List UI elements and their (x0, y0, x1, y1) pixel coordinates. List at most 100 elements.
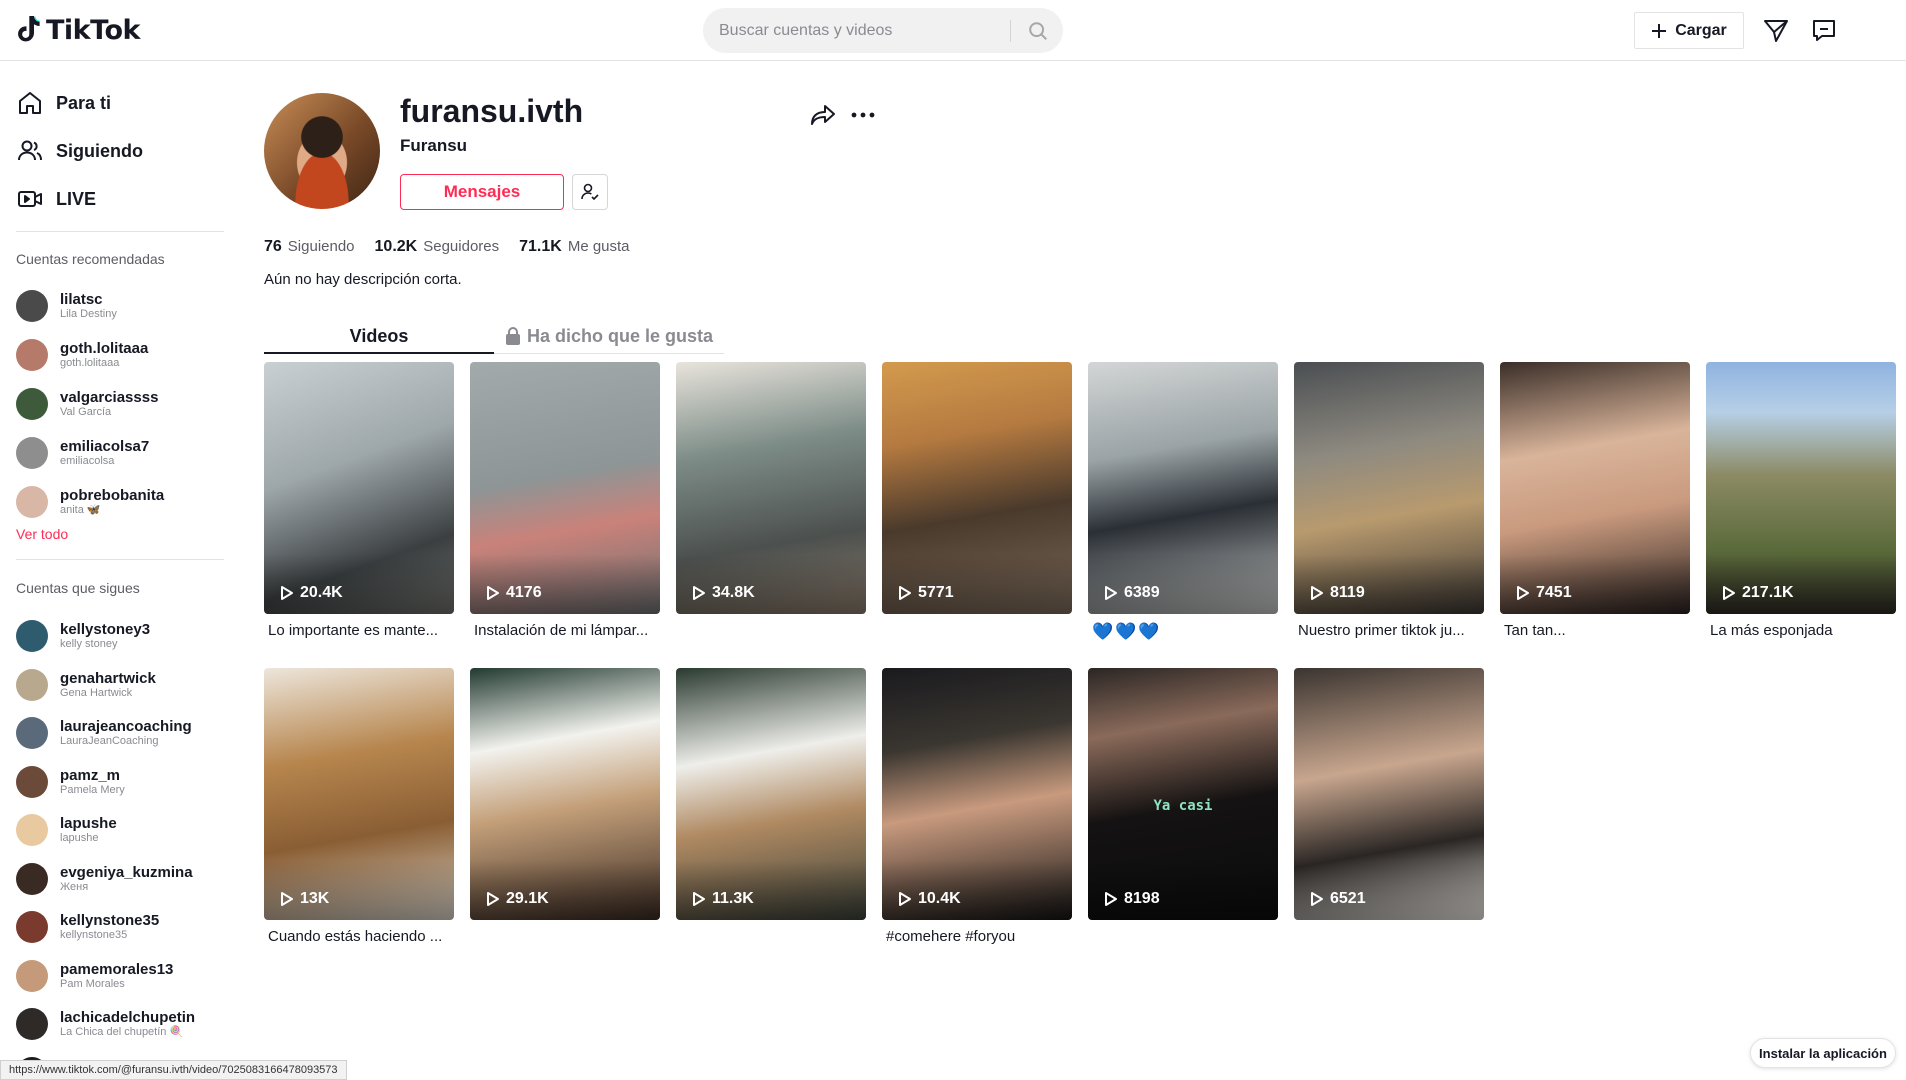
account-nickname: goth.lolitaaa (60, 357, 120, 370)
video-card[interactable]: 11.3K (676, 668, 866, 928)
video-thumbnail[interactable]: 8119 (1294, 362, 1484, 614)
tab-videos[interactable]: Videos (264, 318, 494, 354)
tab-videos-label: Videos (349, 325, 409, 346)
tiktok-logo[interactable]: TikTok (16, 14, 140, 46)
video-card[interactable]: 34.8K (676, 362, 866, 622)
account-item[interactable]: pobrebobanita anita 🦋 (16, 482, 164, 522)
view-count-value: 20.4K (300, 584, 343, 601)
video-thumbnail[interactable]: 217.1K (1706, 362, 1896, 614)
account-username: valgarciassss (60, 389, 159, 407)
nav-for-you[interactable]: Para ti (16, 89, 111, 117)
video-thumbnail[interactable]: 4176 (470, 362, 660, 614)
account-text: lilatsc Lila Destiny (60, 291, 117, 321)
install-app-button[interactable]: Instalar la aplicación (1750, 1038, 1896, 1068)
view-count: 11.3K (692, 890, 754, 908)
account-text: valgarciassss Val García (60, 389, 158, 419)
avatar (16, 717, 48, 749)
video-thumbnail[interactable]: 34.8K (676, 362, 866, 614)
account-item[interactable]: kellynstone35 kellynstone35 (16, 907, 159, 947)
unfollow-button[interactable] (572, 174, 608, 210)
nav-live-label: LIVE (56, 188, 97, 209)
nav-following[interactable]: Siguiendo (16, 137, 143, 165)
search-divider (1010, 20, 1011, 42)
video-thumbnail[interactable]: 6389 (1088, 362, 1278, 614)
account-item[interactable]: lilatsc Lila Destiny (16, 286, 117, 326)
account-item[interactable]: pamemorales13 Pam Morales (16, 956, 173, 996)
account-username: laurajeancoaching (60, 718, 192, 736)
account-username: lapushe (60, 815, 117, 833)
video-thumbnail[interactable]: Ya casi 8198 (1088, 668, 1278, 920)
video-card[interactable]: 4176 Instalación de mi lámpar... (470, 362, 660, 639)
share-icon (811, 105, 835, 125)
following-stat[interactable]: 76 Siguiendo (264, 238, 355, 256)
view-count: 5771 (898, 584, 954, 602)
video-thumbnail[interactable]: 29.1K (470, 668, 660, 920)
video-caption: Instalación de mi lámpar... (474, 622, 649, 639)
video-card[interactable]: 5771 (882, 362, 1072, 622)
avatar (16, 290, 48, 322)
video-card[interactable]: 20.4K Lo importante es mante... (264, 362, 454, 639)
account-item[interactable]: lapushe lapushe (16, 810, 117, 850)
video-caption: #comehere #foryou (886, 928, 1016, 945)
view-count: 8119 (1310, 584, 1365, 602)
video-thumbnail[interactable]: 11.3K (676, 668, 866, 920)
account-item[interactable]: valgarciassss Val García (16, 384, 158, 424)
left-sidebar: Para ti Siguiendo LIVE Cuentas recomenda… (0, 61, 240, 1080)
video-card[interactable]: 29.1K (470, 668, 660, 928)
video-caption: Nuestro primer tiktok ju... (1298, 622, 1465, 639)
sidebar-divider (16, 231, 224, 232)
account-nickname: Val García (60, 406, 112, 419)
account-username: lilatsc (60, 291, 103, 309)
nav-following-label: Siguiendo (56, 140, 143, 161)
tab-liked[interactable]: Ha dicho que le gusta (494, 318, 724, 354)
see-all-link[interactable]: Ver todo (16, 526, 68, 542)
video-thumbnail[interactable]: 5771 (882, 362, 1072, 614)
view-count: 34.8K (692, 584, 755, 602)
account-item[interactable]: emiliacolsa7 emiliacolsa (16, 433, 149, 473)
video-card[interactable]: Ya casi 8198 (1088, 668, 1278, 928)
search-button[interactable] (1013, 8, 1063, 53)
search-input[interactable] (719, 8, 1019, 53)
search-icon (1029, 21, 1047, 40)
account-item[interactable]: pamz_m Pamela Mery (16, 762, 125, 802)
recommended-heading: Cuentas recomendadas (16, 251, 165, 267)
account-item[interactable]: laurajeancoaching LauraJeanCoaching (16, 713, 192, 753)
account-nickname: La Chica del chupetín 🍭 (60, 1026, 184, 1039)
view-count-value: 7451 (1536, 584, 1572, 601)
active-tab-indicator (264, 352, 494, 354)
account-text: pobrebobanita anita 🦋 (60, 487, 164, 517)
account-item[interactable]: genahartwick Gena Hartwick (16, 665, 156, 705)
video-thumbnail[interactable]: 6521 (1294, 668, 1484, 920)
play-icon (1105, 586, 1117, 600)
inbox-button[interactable] (1810, 17, 1838, 45)
followers-stat[interactable]: 10.2K Seguidores (375, 238, 500, 256)
account-item[interactable]: evgeniya_kuzmina Женя (16, 859, 193, 899)
more-options-button[interactable] (848, 100, 878, 130)
share-button[interactable] (808, 100, 838, 130)
upload-button[interactable]: Cargar (1634, 12, 1744, 49)
account-item[interactable]: goth.lolitaaa goth.lolitaaa (16, 335, 148, 375)
video-card[interactable]: 7451 Tan tan... (1500, 362, 1690, 639)
video-card[interactable]: 6521 (1294, 668, 1484, 928)
account-nickname: emiliacolsa (60, 455, 115, 468)
video-card[interactable]: 6389 💙💙💙 (1088, 362, 1278, 642)
video-thumbnail[interactable]: 10.4K (882, 668, 1072, 920)
account-item[interactable]: kellystoney3 kelly stoney (16, 616, 150, 656)
account-text: emiliacolsa7 emiliacolsa (60, 438, 149, 468)
message-button[interactable]: Mensajes (400, 174, 564, 210)
video-thumbnail[interactable]: 13K (264, 668, 454, 920)
video-card[interactable]: 8119 Nuestro primer tiktok ju... (1294, 362, 1484, 639)
video-card[interactable]: 217.1K La más esponjada (1706, 362, 1896, 639)
nav-live[interactable]: LIVE (16, 185, 96, 213)
video-card[interactable]: 10.4K #comehere #foryou (882, 668, 1072, 945)
video-thumbnail[interactable]: 7451 (1500, 362, 1690, 614)
profile-avatar[interactable] (264, 93, 380, 209)
messages-button[interactable] (1762, 17, 1790, 45)
play-icon (487, 586, 499, 600)
account-item[interactable]: lachicadelchupetin La Chica del chupetín … (16, 1004, 195, 1044)
video-thumbnail[interactable]: 20.4K (264, 362, 454, 614)
video-card[interactable]: 13K Cuando estás haciendo ... (264, 668, 454, 945)
avatar (16, 339, 48, 371)
view-count: 6521 (1310, 890, 1366, 908)
view-count-value: 10.4K (918, 890, 961, 907)
